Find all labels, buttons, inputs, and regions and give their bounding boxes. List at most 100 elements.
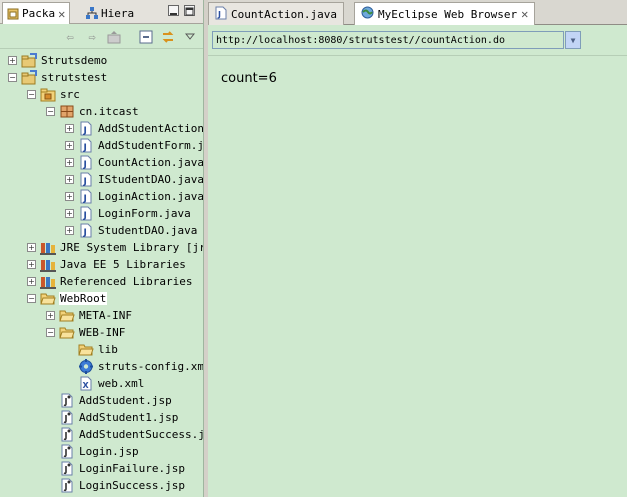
collapse-all-icon[interactable]	[138, 29, 154, 45]
tree-item[interactable]: + META-INF	[46, 307, 133, 324]
tree-item-label: CountAction.java	[98, 156, 204, 169]
gear-icon	[78, 359, 94, 374]
tree-item[interactable]: + J LoginAction.java	[65, 188, 204, 205]
jsp-file-icon	[59, 461, 75, 476]
svg-text:J: J	[83, 143, 87, 153]
tree-item[interactable]: + Strutsdemo	[8, 52, 108, 69]
expand-icon[interactable]: +	[27, 243, 36, 252]
tree-item[interactable]: + Referenced Libraries	[27, 273, 193, 290]
tab-web-browser[interactable]: MyEclipse Web Browser ✕	[354, 2, 536, 25]
expand-icon[interactable]: +	[65, 158, 74, 167]
tree-item[interactable]: − WebRoot	[27, 290, 108, 307]
project-icon	[21, 53, 37, 68]
expand-icon[interactable]: +	[65, 124, 74, 133]
tree-item[interactable]: − src	[27, 86, 81, 103]
tree-item[interactable]: − strutstest	[8, 69, 108, 86]
tree-item[interactable]: AddStudent1.jsp	[46, 409, 179, 426]
tab-label: Hiera	[101, 6, 135, 20]
tree-item[interactable]: struts-config.xml	[65, 358, 203, 375]
collapse-icon[interactable]: −	[27, 294, 36, 303]
tree-item-label: LoginFailure.jsp	[79, 462, 185, 475]
url-input[interactable]	[212, 31, 564, 49]
tree-item[interactable]: + J AddStudentAction.java	[65, 120, 204, 137]
tree-item-label: IStudentDAO.java	[98, 173, 204, 186]
collapse-icon[interactable]: −	[8, 73, 17, 82]
tree-item[interactable]: LoginSuccess.jsp	[46, 477, 186, 494]
tab-label: Packa	[22, 7, 56, 20]
tree-item[interactable]: AddStudent.jsp	[46, 392, 173, 409]
tree-item-label: Strutsdemo	[41, 54, 108, 67]
expand-icon[interactable]: +	[65, 209, 74, 218]
java-file-icon: J	[78, 223, 94, 238]
maximize-button[interactable]	[184, 5, 195, 16]
tree-item[interactable]: − cn.itcast	[46, 103, 140, 120]
expand-icon[interactable]: +	[27, 260, 36, 269]
collapse-icon[interactable]: −	[46, 328, 55, 337]
tree-item-label: lib	[98, 343, 118, 356]
view-toolbar: ⇦ ⇨	[0, 25, 203, 49]
expand-icon[interactable]: +	[65, 192, 74, 201]
tree-item[interactable]: + JRE System Library [jre]	[27, 239, 204, 256]
editor-tab-bar: J CountAction.java MyEclipse Web Browser…	[208, 0, 627, 25]
tab-package-explorer[interactable]: Packa ✕	[2, 2, 71, 24]
tree-item[interactable]: lib	[65, 341, 119, 358]
svg-text:J: J	[83, 228, 87, 238]
java-file-icon: J	[78, 121, 94, 136]
svg-text:J: J	[83, 177, 87, 187]
tree-item-label: WebRoot	[59, 292, 108, 305]
java-file-icon: J	[215, 6, 227, 23]
svg-text:J: J	[83, 211, 87, 221]
close-icon[interactable]: ✕	[521, 7, 528, 21]
expand-icon[interactable]: +	[46, 311, 55, 320]
forward-arrow-icon[interactable]: ⇨	[84, 29, 100, 45]
tree-item-label: AddStudentAction.java	[98, 122, 204, 135]
tree-item-label: src	[60, 88, 80, 101]
tab-hierarchy[interactable]: Hiera	[82, 2, 138, 24]
java-file-icon: J	[78, 155, 94, 170]
package-explorer-view: Packa ✕ Hiera ⇦ ⇨ + Strutsdemo − strutst…	[0, 0, 204, 497]
package-icon	[59, 104, 75, 119]
minimize-button[interactable]	[168, 5, 179, 16]
library-icon	[40, 274, 56, 289]
link-with-editor-icon[interactable]	[160, 29, 176, 45]
tree-item[interactable]: + J AddStudentForm.java	[65, 137, 203, 154]
java-file-icon: J	[78, 206, 94, 221]
tree-item[interactable]: + J CountAction.java	[65, 154, 204, 171]
tree-item[interactable]: + J LoginForm.java	[65, 205, 192, 222]
tree-item[interactable]: Xweb.xml	[65, 375, 145, 392]
tree-item[interactable]: LoginFailure.jsp	[46, 460, 186, 477]
view-menu-icon[interactable]	[182, 29, 198, 45]
expand-icon[interactable]: +	[27, 277, 36, 286]
tab-countaction-java[interactable]: J CountAction.java	[208, 2, 344, 25]
expand-icon[interactable]: +	[8, 56, 17, 65]
chevron-down-icon[interactable]: ▼	[565, 31, 581, 49]
tree-item[interactable]: AddStudentSuccess.jsp	[46, 426, 203, 443]
tree-item[interactable]: Login.jsp	[46, 443, 140, 460]
tree-item-label: JRE System Library [jre]	[60, 241, 204, 254]
tree-item[interactable]: + J StudentDAO.java	[65, 222, 198, 239]
tree-item[interactable]: + Java EE 5 Libraries	[27, 256, 187, 273]
tree-item-label: LoginAction.java	[98, 190, 204, 203]
svg-text:X: X	[83, 381, 90, 390]
java-file-icon: J	[78, 172, 94, 187]
folder-open-icon	[40, 291, 56, 306]
expand-icon[interactable]: +	[65, 226, 74, 235]
tree-item[interactable]: − WEB-INF	[46, 324, 126, 341]
collapse-icon[interactable]: −	[27, 90, 36, 99]
expand-icon[interactable]: +	[65, 175, 74, 184]
editor-area: J CountAction.java MyEclipse Web Browser…	[208, 0, 627, 497]
close-icon[interactable]: ✕	[58, 7, 65, 21]
collapse-icon[interactable]: −	[46, 107, 55, 116]
tab-label: CountAction.java	[231, 7, 337, 21]
xml-file-icon: X	[78, 376, 94, 391]
svg-text:J: J	[83, 160, 87, 170]
up-folder-icon[interactable]	[106, 29, 122, 45]
tree-item[interactable]: + J IStudentDAO.java	[65, 171, 204, 188]
expand-icon[interactable]: +	[65, 141, 74, 150]
back-arrow-icon[interactable]: ⇦	[62, 29, 78, 45]
